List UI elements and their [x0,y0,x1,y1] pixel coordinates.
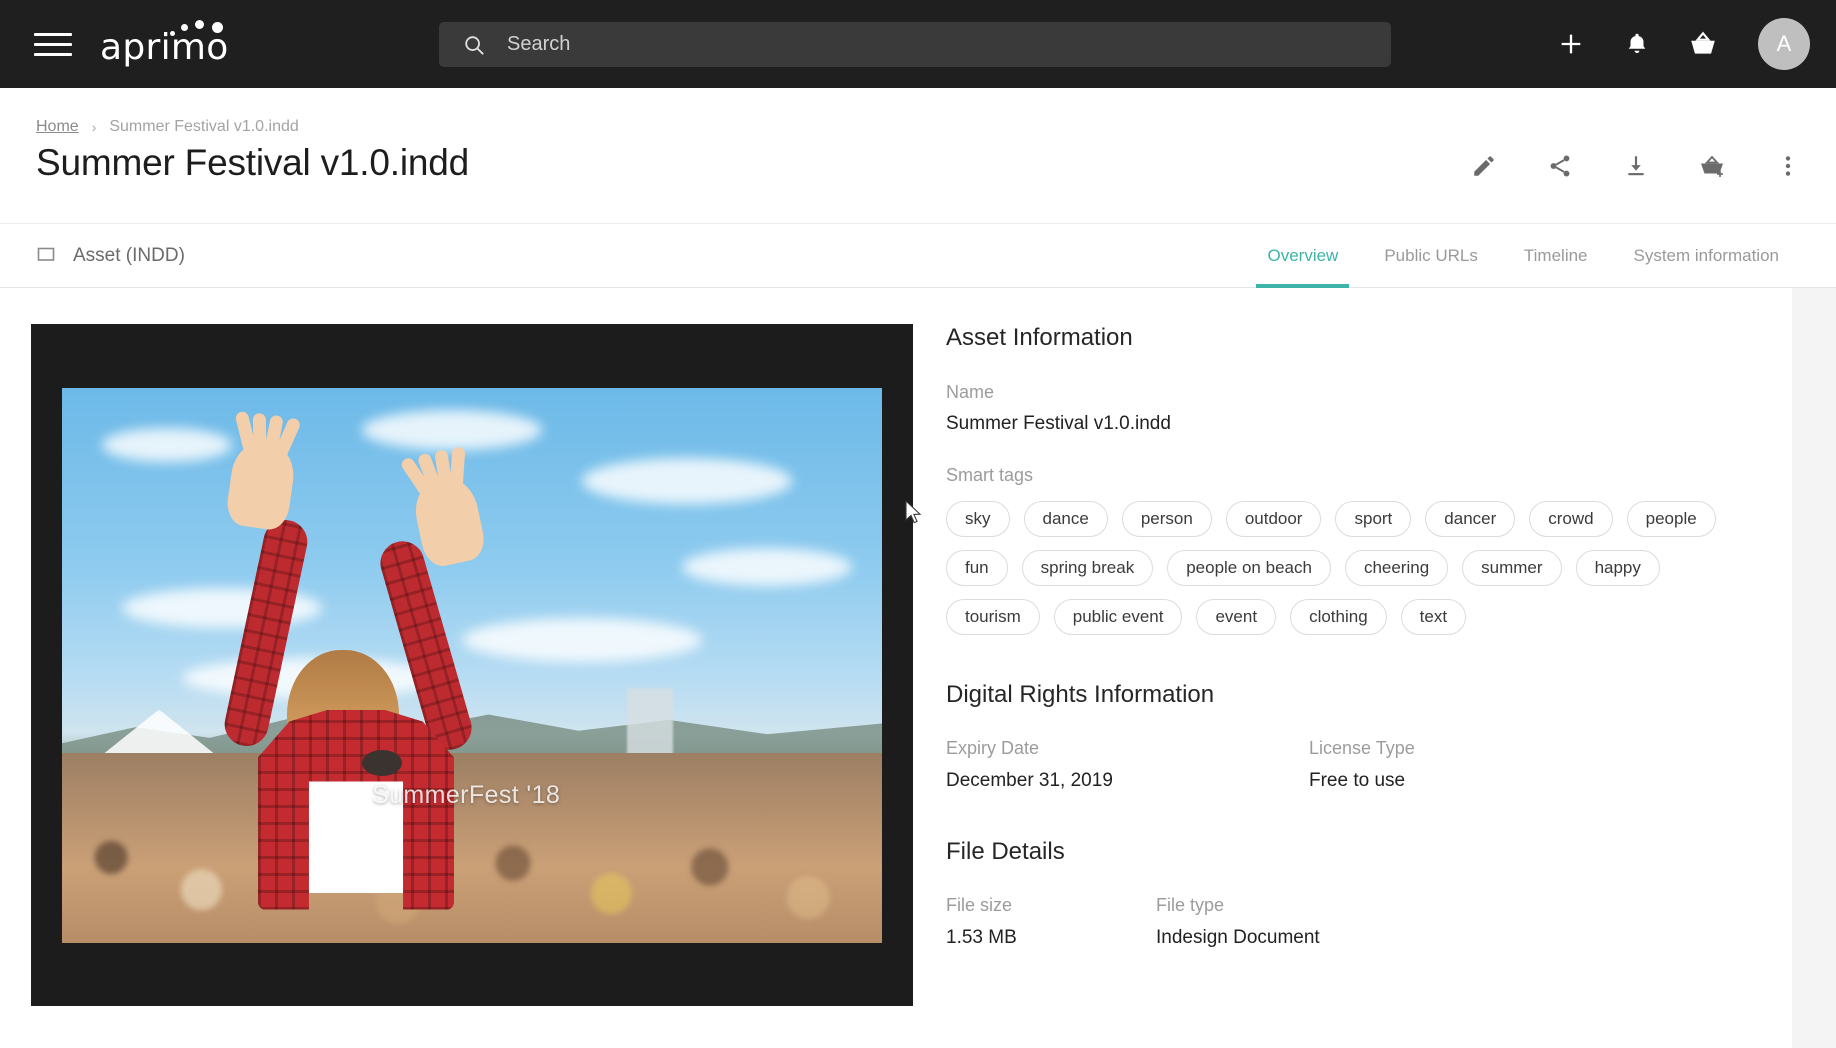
hamburger-line [34,52,72,56]
breadcrumb-separator-icon: › [91,119,97,135]
asset-tabbar: Asset (INDD) Overview Public URLs Timeli… [0,224,1836,288]
app-root: aprimo Search A Home › Summer Festival v… [0,0,1836,1048]
page-title: Summer Festival v1.0.indd [36,142,470,183]
breadcrumb: Home › Summer Festival v1.0.indd [36,118,299,136]
avatar-initial: A [1776,31,1792,56]
hamburger-menu-icon[interactable] [34,29,72,59]
asset-action-toolbar [1470,152,1802,180]
file-details-title: File Details [946,838,1065,865]
smart-tag[interactable]: people [1626,501,1716,537]
asset-detail-content: SummerFest '18 Asset Information Name Su… [0,288,1792,1048]
basket-plus-icon[interactable] [1698,152,1726,180]
smart-tag[interactable]: dance [1023,501,1108,537]
smart-tag[interactable]: clothing [1290,599,1387,635]
smart-tag[interactable]: dancer [1425,501,1516,537]
tab-system-information-label: System information [1633,246,1780,265]
smart-tag[interactable]: sky [946,501,1010,537]
asset-kind: Asset (INDD) [36,224,185,288]
brand-dots-icon [170,20,230,38]
tab-overview-label: Overview [1267,246,1339,265]
file-type-value: Indesign Document [1156,927,1320,948]
smart-tag[interactable]: outdoor [1225,501,1322,537]
tab-public-urls-label: Public URLs [1384,246,1478,265]
tab-overview[interactable]: Overview [1244,224,1361,288]
smart-tags-label: Smart tags [946,465,1034,485]
search-placeholder: Search [507,33,571,55]
smart-tag[interactable]: spring break [1021,550,1154,586]
smart-tag[interactable]: sport [1335,501,1412,537]
smart-tag[interactable]: fun [946,550,1008,586]
topbar-actions: A [1556,0,1810,88]
asset-preview-image: SummerFest '18 [62,387,882,943]
smart-tag[interactable]: people on beach [1167,550,1331,586]
name-label: Name [946,382,995,402]
search-input[interactable]: Search [439,22,1391,67]
license-type-label: License Type [1309,738,1415,758]
smart-tag[interactable]: person [1121,501,1212,537]
aprimo-logo[interactable]: aprimo [100,18,234,70]
file-size-field: File size 1.53 MB [946,895,1156,949]
smart-tags-list: sky dance person outdoor sport dancer cr… [946,501,1732,635]
digital-rights-fields: Expiry Date December 31, 2019 License Ty… [946,738,1792,792]
license-type-field: License Type Free to use [1309,738,1415,792]
smart-tag[interactable]: public event [1053,599,1183,635]
avatar[interactable]: A [1758,18,1810,70]
share-icon[interactable] [1546,152,1574,180]
plus-icon[interactable] [1556,29,1586,59]
name-value: Summer Festival v1.0.indd [946,413,1171,434]
basket-icon[interactable] [1688,29,1718,59]
tab-timeline-label: Timeline [1523,246,1588,265]
bell-icon[interactable] [1622,29,1652,59]
file-type-label: File type [1156,895,1225,915]
expiry-date-label: Expiry Date [946,738,1040,758]
smart-tag[interactable]: event [1196,599,1277,635]
hamburger-line [34,42,72,46]
file-details-fields: File size 1.53 MB File type Indesign Doc… [946,895,1792,949]
tab-timeline[interactable]: Timeline [1501,224,1611,288]
digital-rights-title: Digital Rights Information [946,681,1215,708]
expiry-date-field: Expiry Date December 31, 2019 [946,738,1309,792]
smart-tag[interactable]: cheering [1344,550,1449,586]
breadcrumb-current: Summer Festival v1.0.indd [109,118,299,135]
tab-system-information[interactable]: System information [1611,224,1803,288]
smart-tag[interactable]: summer [1462,550,1562,586]
smart-tag[interactable]: crowd [1529,501,1613,537]
asset-preview-panel[interactable]: SummerFest '18 [31,324,913,1006]
asset-info-panel: Asset Information Name Summer Festival v… [946,288,1792,949]
pencil-icon[interactable] [1470,152,1498,180]
tab-public-urls[interactable]: Public URLs [1361,224,1501,288]
more-vertical-icon[interactable] [1774,152,1802,180]
preview-watermark: SummerFest '18 [372,780,561,809]
file-size-label: File size [946,895,1013,915]
asset-information-title: Asset Information [946,324,1133,351]
file-size-value: 1.53 MB [946,927,1017,948]
file-type-field: File type Indesign Document [1156,895,1320,949]
license-type-value: Free to use [1309,770,1406,791]
crop-rectangle-icon [36,244,56,269]
smart-tag[interactable]: happy [1575,550,1660,586]
download-icon[interactable] [1622,152,1650,180]
asset-kind-label: Asset (INDD) [73,245,185,266]
smart-tag[interactable]: text [1400,599,1467,635]
search-icon [463,34,485,56]
top-navigation-bar: aprimo Search A [0,0,1836,88]
tab-list: Overview Public URLs Timeline System inf… [1244,224,1802,288]
brand-trademark [231,30,234,44]
hamburger-line [34,32,72,36]
smart-tag[interactable]: tourism [946,599,1040,635]
breadcrumb-home-link[interactable]: Home [36,118,79,136]
expiry-date-value: December 31, 2019 [946,770,1113,791]
